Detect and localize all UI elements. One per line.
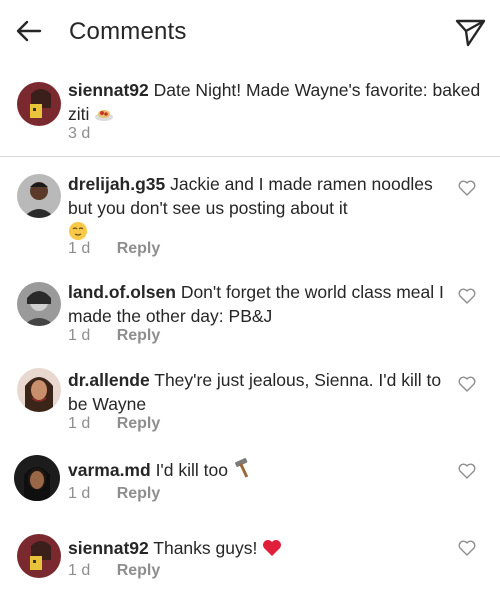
avatar-photo-icon [17, 82, 61, 126]
reply-button[interactable]: Reply [117, 485, 161, 502]
avatar-photo-icon [17, 368, 61, 412]
top-bar: Comments [0, 0, 500, 62]
caption-meta: 3 d [68, 125, 90, 143]
comment-meta: 1 d Reply [68, 415, 160, 433]
relieved-face-emoji-icon [69, 222, 87, 240]
comment-meta: 1 d Reply [68, 485, 160, 503]
timestamp: 1 d [68, 562, 91, 579]
reply-button[interactable]: Reply [117, 415, 161, 432]
like-heart-icon[interactable] [458, 540, 476, 556]
comment-text: varma.md I'd kill too [68, 457, 448, 482]
avatar[interactable] [17, 82, 61, 126]
reply-button[interactable]: Reply [117, 327, 161, 344]
avatar-photo-icon [17, 174, 61, 218]
avatar[interactable] [17, 368, 61, 412]
username-link[interactable]: siennat92 [68, 538, 149, 558]
avatar[interactable] [17, 174, 61, 218]
timestamp: 1 d [68, 415, 91, 432]
username-link[interactable]: dr.allende [68, 370, 150, 390]
avatar-photo-icon [17, 282, 61, 326]
reply-button[interactable]: Reply [117, 562, 161, 579]
like-heart-icon[interactable] [458, 288, 476, 304]
timestamp: 1 d [68, 240, 91, 257]
comment-text: siennat92 Thanks guys! [68, 536, 448, 560]
avatar[interactable] [17, 282, 61, 326]
like-heart-icon[interactable] [458, 463, 476, 479]
username-link[interactable]: land.of.olsen [68, 282, 176, 302]
post-caption: siennat92 Date Night! Made Wayne's favor… [0, 72, 500, 154]
avatar[interactable] [17, 534, 61, 578]
back-arrow-icon[interactable] [14, 16, 44, 46]
caption-text: siennat92 Date Night! Made Wayne's favor… [68, 78, 498, 126]
timestamp: 1 d [68, 327, 91, 344]
red-heart-emoji-icon [263, 540, 282, 556]
reply-button[interactable]: Reply [117, 240, 161, 257]
page-title: Comments [69, 18, 187, 45]
timestamp: 1 d [68, 485, 91, 502]
avatar-photo-icon [14, 455, 60, 501]
avatar-photo-icon [17, 534, 61, 578]
hammer-emoji-icon [234, 457, 249, 478]
like-heart-icon[interactable] [458, 376, 476, 392]
username-link[interactable]: varma.md [68, 460, 151, 480]
comment-meta: 1 d Reply [68, 240, 160, 258]
comment-text: land.of.olsen Don't forget the world cla… [68, 280, 448, 328]
comment-meta: 1 d Reply [68, 562, 160, 580]
comment-text: drelijah.g35 Jackie and I made ramen noo… [68, 172, 448, 244]
comment-body: Thanks guys! [153, 538, 258, 558]
send-icon[interactable] [454, 16, 486, 48]
comment-meta: 1 d Reply [68, 327, 160, 345]
avatar[interactable] [14, 455, 60, 501]
like-heart-icon[interactable] [458, 180, 476, 196]
spaghetti-emoji-icon [95, 110, 114, 121]
username-link[interactable]: siennat92 [68, 80, 149, 100]
divider [0, 156, 500, 157]
username-link[interactable]: drelijah.g35 [68, 174, 165, 194]
comment-text: dr.allende They're just jealous, Sienna.… [68, 368, 448, 416]
timestamp: 3 d [68, 125, 91, 142]
comment-body: I'd kill too [155, 460, 228, 480]
